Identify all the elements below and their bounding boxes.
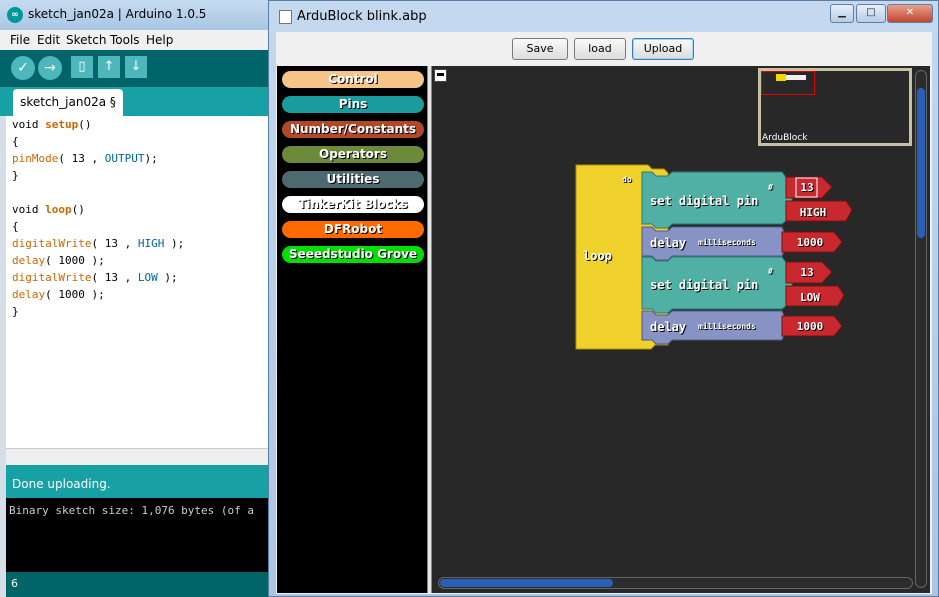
high-text[interactable]: HIGH bbox=[790, 206, 836, 219]
set-digital-pin-label[interactable]: set digital pin bbox=[650, 278, 758, 292]
delay-label[interactable]: delay bbox=[650, 236, 686, 250]
pin-hash-label: # bbox=[768, 267, 773, 276]
milliseconds-label: milliseconds bbox=[698, 322, 756, 331]
pin-hash-label: # bbox=[768, 183, 773, 192]
delay-value-text[interactable]: 1000 bbox=[790, 320, 830, 333]
pin-number-text[interactable]: 13 bbox=[797, 181, 817, 194]
do-label: do bbox=[622, 175, 632, 184]
delay-label[interactable]: delay bbox=[650, 320, 686, 334]
delay-value-text[interactable]: 1000 bbox=[790, 236, 830, 249]
milliseconds-label: milliseconds bbox=[698, 238, 756, 247]
low-text[interactable]: LOW bbox=[790, 291, 830, 304]
pin-number-text[interactable]: 13 bbox=[797, 266, 817, 279]
set-digital-pin-label[interactable]: set digital pin bbox=[650, 194, 758, 208]
loop-label: loop bbox=[583, 249, 612, 263]
